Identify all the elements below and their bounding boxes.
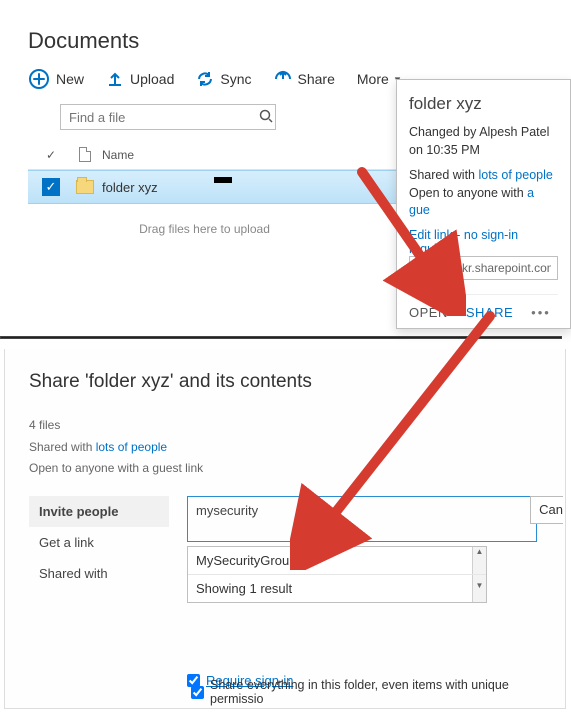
- document-icon: [79, 147, 91, 162]
- dialog-shared-link[interactable]: lots of people: [96, 440, 167, 454]
- share-button[interactable]: Share: [274, 70, 335, 88]
- callout-open-button[interactable]: OPEN: [409, 305, 448, 320]
- callout-footer: OPEN SHARE •••: [409, 294, 558, 320]
- callout-more-button[interactable]: •••: [531, 305, 551, 320]
- plus-circle-icon: [28, 68, 50, 90]
- people-picker-suggestions: MySecurityGroup ▲ Showing 1 result ▼: [187, 546, 487, 603]
- suggest-item[interactable]: MySecurityGroup ▲: [188, 547, 486, 575]
- sync-icon: [196, 70, 214, 88]
- drop-zone[interactable]: Drag files here to upload: [28, 204, 381, 236]
- sync-button[interactable]: Sync: [196, 70, 251, 88]
- upload-button[interactable]: Upload: [106, 70, 174, 88]
- tab-invite-people[interactable]: Invite people: [29, 496, 169, 527]
- item-callout: folder xyz Changed by Alpesh Patel on 10…: [396, 79, 571, 329]
- share-dialog: Share 'folder xyz' and its contents 4 fi…: [4, 349, 566, 709]
- cancel-button[interactable]: Can: [530, 496, 563, 524]
- row-checkbox[interactable]: ✓: [42, 178, 60, 196]
- share-icon: [274, 70, 292, 88]
- scroll-down-icon[interactable]: ▼: [472, 575, 486, 602]
- callout-shared: Shared with lots of people Open to anyon…: [409, 167, 558, 220]
- suggest-footer: Showing 1 result ▼: [188, 575, 486, 602]
- tab-shared-with[interactable]: Shared with: [29, 558, 169, 589]
- check-column-icon[interactable]: ✓: [46, 148, 56, 162]
- share-everything-row: Share everything in this folder, even it…: [191, 678, 565, 706]
- redaction-mark: [214, 177, 232, 183]
- new-button[interactable]: New: [28, 68, 84, 90]
- search-input-wrap[interactable]: [60, 104, 276, 130]
- file-count: 4 files: [29, 415, 541, 437]
- share-everything-checkbox[interactable]: [191, 686, 204, 699]
- dialog-title: Share 'folder xyz' and its contents: [29, 371, 541, 393]
- page-title: Documents: [28, 28, 571, 54]
- screenshot-divider: [0, 336, 562, 339]
- dialog-tabs: Invite people Get a link Shared with: [29, 496, 169, 688]
- shared-with-link[interactable]: lots of people: [478, 168, 552, 182]
- edit-link-label[interactable]: Edit link - no sign-in require: [409, 228, 518, 256]
- scroll-up-icon[interactable]: ▲: [472, 547, 486, 574]
- callout-share-button[interactable]: SHARE: [466, 305, 513, 320]
- dialog-open-line: Open to anyone with a guest link: [29, 458, 541, 480]
- more-button[interactable]: More ▾: [357, 71, 400, 87]
- search-input[interactable]: [61, 110, 253, 125]
- people-picker-input[interactable]: mysecurity: [187, 496, 537, 542]
- search-icon[interactable]: [253, 109, 279, 126]
- tab-get-link[interactable]: Get a link: [29, 527, 169, 558]
- callout-changed: Changed by Alpesh Patel on 10:35 PM: [409, 124, 558, 159]
- dialog-meta: 4 files Shared with lots of people Open …: [29, 415, 541, 480]
- share-url-input[interactable]: [409, 256, 558, 280]
- folder-icon: [76, 180, 94, 194]
- callout-title: folder xyz: [409, 94, 558, 114]
- upload-icon: [106, 70, 124, 88]
